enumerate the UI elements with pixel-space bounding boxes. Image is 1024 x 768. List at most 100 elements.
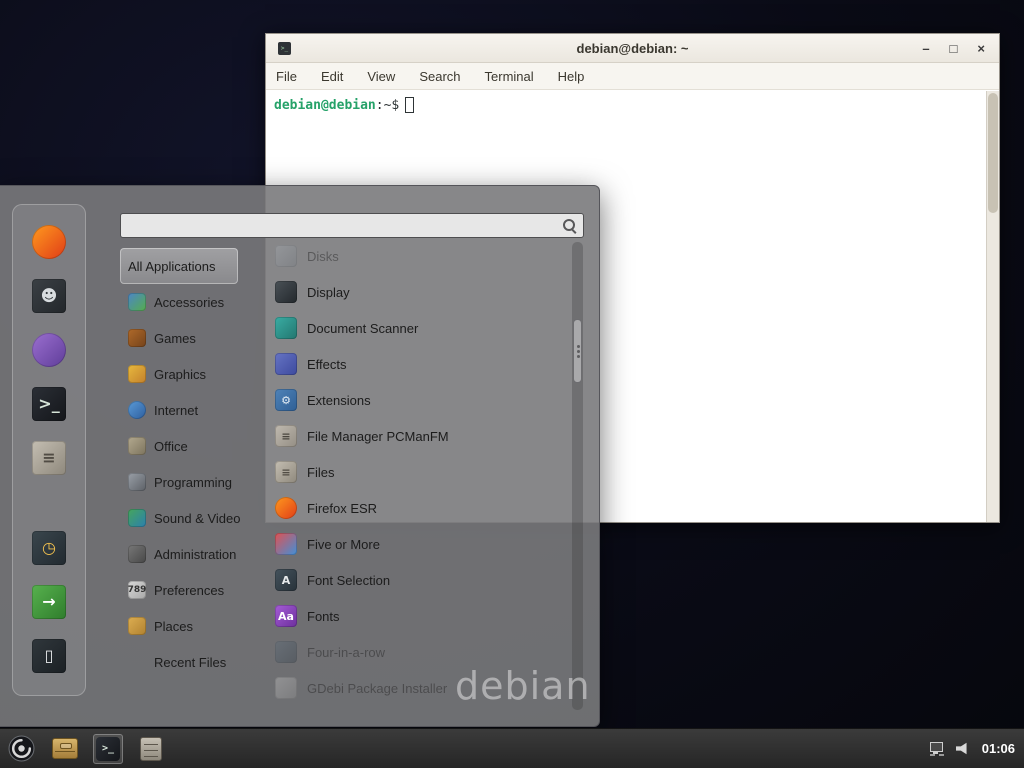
applications-menu: ☻ >_ ≡ ◷ → ▯ All Applications Accessories Games… — [0, 185, 600, 727]
administration-icon — [128, 545, 146, 563]
app-firefox-esr[interactable]: Firefox ESR — [265, 490, 571, 526]
category-label-places: Places — [154, 619, 193, 634]
category-label-programming: Programming — [154, 475, 232, 490]
firefox-icon — [275, 497, 297, 519]
menu-search[interactable]: Search — [419, 69, 460, 84]
category-games[interactable]: Games — [120, 320, 268, 356]
logout-icon: → — [32, 585, 66, 619]
category-label-internet: Internet — [154, 403, 198, 418]
programming-icon — [128, 473, 146, 491]
app-effects[interactable]: Effects — [265, 346, 571, 382]
terminal-scrollbar-thumb[interactable] — [988, 93, 998, 213]
volume-icon[interactable] — [956, 742, 971, 755]
cabinet-icon: ≡ — [275, 461, 297, 483]
app-document-scanner[interactable]: Document Scanner — [265, 310, 571, 346]
category-preferences[interactable]: 789Preferences — [120, 572, 268, 608]
category-office[interactable]: Office — [120, 428, 268, 464]
close-button[interactable]: × — [977, 42, 985, 55]
terminal-icon: >_ — [32, 387, 66, 421]
app-label-font-selection: Font Selection — [307, 573, 390, 588]
maximize-button[interactable]: □ — [950, 42, 958, 55]
extensions-icon: ⚙ — [275, 389, 297, 411]
category-recent-files[interactable]: Recent Files — [120, 644, 268, 680]
users-icon: ☻ — [32, 279, 66, 313]
app-label-four-in-a-row: Four-in-a-row — [307, 645, 385, 660]
effects-icon — [275, 353, 297, 375]
debian-watermark: debian — [455, 664, 591, 708]
disks-icon — [275, 245, 297, 267]
app-label-fonts: Fonts — [307, 609, 340, 624]
category-label-administration: Administration — [154, 547, 236, 562]
accessories-icon — [128, 293, 146, 311]
app-label-effects: Effects — [307, 357, 347, 372]
app-label-file-manager-pcmanfm: File Manager PCManFM — [307, 429, 449, 444]
menu-help[interactable]: Help — [558, 69, 585, 84]
app-label-display: Display — [307, 285, 350, 300]
session-lock-screen[interactable]: ◷ — [30, 529, 68, 567]
taskbar: 01:06 — [0, 728, 1024, 768]
menu-button[interactable] — [5, 733, 37, 765]
category-graphics[interactable]: Graphics — [120, 356, 268, 392]
four-in-a-row-icon — [275, 641, 297, 663]
app-five-or-more[interactable]: Five or More — [265, 526, 571, 562]
category-label-accessories: Accessories — [154, 295, 224, 310]
app-disks[interactable]: Disks — [265, 238, 571, 274]
menu-file[interactable]: File — [276, 69, 297, 84]
folder-drawer-icon — [52, 738, 78, 759]
category-label-recent-files: Recent Files — [154, 655, 226, 670]
app-extensions[interactable]: ⚙ Extensions — [265, 382, 571, 418]
favorite-pidgin[interactable] — [30, 331, 68, 369]
terminal-menubar: File Edit View Search Terminal Help — [266, 63, 999, 90]
fonts-icon: Aa — [275, 605, 297, 627]
lock-screen-icon: ◷ — [32, 531, 66, 565]
terminal-icon — [96, 737, 120, 761]
terminal-scrollbar[interactable] — [986, 91, 999, 522]
menu-edit[interactable]: Edit — [321, 69, 343, 84]
category-accessories[interactable]: Accessories — [120, 284, 268, 320]
favorite-file-manager[interactable]: ≡ — [30, 439, 68, 477]
app-file-manager-pcmanfm[interactable]: ≡File Manager PCManFM — [265, 418, 571, 454]
search-icon — [562, 218, 577, 233]
category-places[interactable]: Places — [120, 608, 268, 644]
session-shutdown[interactable]: ▯ — [30, 637, 68, 675]
category-all-applications[interactable]: All Applications — [120, 248, 238, 284]
terminal-titlebar[interactable]: debian@debian: ~ – □ × — [266, 34, 999, 63]
applications-scrollbar[interactable] — [572, 242, 583, 710]
search-input[interactable] — [127, 218, 562, 233]
app-files[interactable]: ≡ Files — [265, 454, 571, 490]
app-font-selection[interactable]: AFont Selection — [265, 562, 571, 598]
category-label-preferences: Preferences — [154, 583, 224, 598]
applications-list: Disks Display Document Scanner Effects ⚙ Exte… — [265, 238, 571, 706]
session-logout[interactable]: → — [30, 583, 68, 621]
app-label-extensions: Extensions — [307, 393, 371, 408]
app-label-files: Files — [307, 465, 334, 480]
app-label-five-or-more: Five or More — [307, 537, 380, 552]
file-manager-launcher[interactable] — [50, 734, 80, 764]
office-icon — [128, 437, 146, 455]
favorite-terminal[interactable]: >_ — [30, 385, 68, 423]
graphics-icon — [128, 365, 146, 383]
category-programming[interactable]: Programming — [120, 464, 268, 500]
favorite-users[interactable]: ☻ — [30, 277, 68, 315]
menu-terminal[interactable]: Terminal — [485, 69, 534, 84]
minimize-button[interactable]: – — [922, 42, 929, 55]
menu-view[interactable]: View — [367, 69, 395, 84]
taskbar-files-window[interactable] — [136, 734, 166, 764]
places-icon — [128, 617, 146, 635]
category-label-games: Games — [154, 331, 196, 346]
category-internet[interactable]: Internet — [120, 392, 268, 428]
applications-scrollbar-thumb[interactable] — [573, 319, 582, 383]
favorite-firefox[interactable] — [30, 223, 68, 261]
network-icon[interactable] — [928, 741, 945, 756]
app-fonts[interactable]: Aa Fonts — [265, 598, 571, 634]
prompt-path: :~$ — [376, 98, 399, 113]
categories-list: All Applications Accessories Games Graphics… — [120, 248, 268, 680]
gdebi-icon — [275, 677, 297, 699]
clock[interactable]: 01:06 — [982, 741, 1015, 756]
category-administration[interactable]: Administration — [120, 536, 268, 572]
prompt-user-host: debian@debian — [274, 98, 376, 113]
taskbar-terminal-window[interactable] — [93, 734, 123, 764]
app-display[interactable]: Display — [265, 274, 571, 310]
category-sound-video[interactable]: Sound & Video — [120, 500, 268, 536]
cabinet-icon: ≡ — [32, 441, 66, 475]
